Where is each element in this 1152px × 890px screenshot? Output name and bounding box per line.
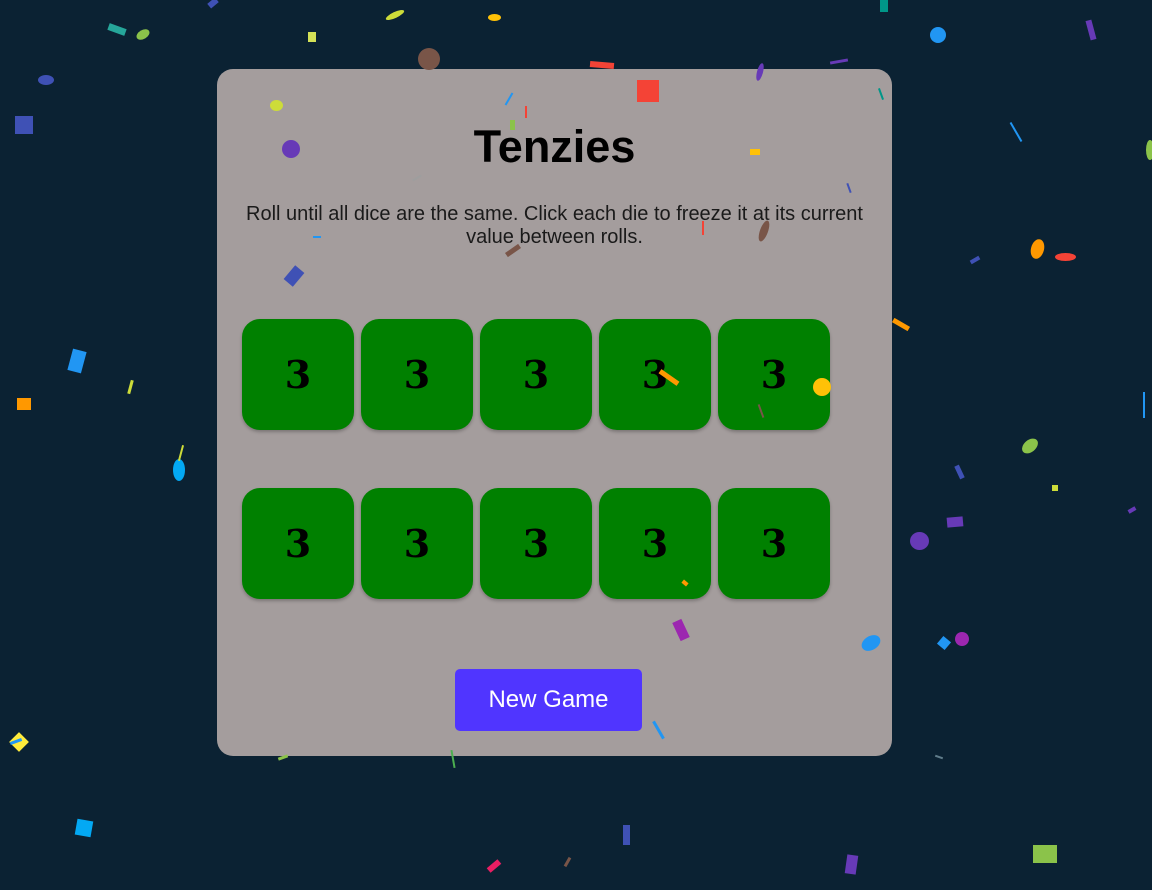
confetti-piece xyxy=(969,255,981,265)
confetti-piece xyxy=(173,459,185,481)
die-value: 3 xyxy=(760,520,788,566)
confetti-piece xyxy=(1127,506,1137,514)
confetti-piece xyxy=(17,398,31,410)
die-value: 3 xyxy=(760,351,788,397)
confetti-piece xyxy=(623,825,630,845)
die-3[interactable]: 3 xyxy=(480,319,592,430)
game-card: Tenzies Roll until all dice are the same… xyxy=(217,69,892,756)
confetti-piece xyxy=(934,754,944,760)
confetti-piece xyxy=(829,58,849,65)
confetti-piece xyxy=(1143,392,1145,418)
confetti-piece xyxy=(38,75,54,85)
confetti-piece xyxy=(1146,140,1152,160)
confetti-piece xyxy=(563,856,572,868)
confetti-piece xyxy=(9,738,23,745)
confetti-piece xyxy=(589,60,615,70)
die-2[interactable]: 3 xyxy=(361,319,473,430)
die-4[interactable]: 3 xyxy=(599,319,711,430)
die-5[interactable]: 3 xyxy=(718,319,830,430)
confetti-piece xyxy=(134,27,152,42)
confetti-piece xyxy=(1052,485,1058,491)
die-value: 3 xyxy=(284,351,312,397)
die-6[interactable]: 3 xyxy=(242,488,354,599)
die-1[interactable]: 3 xyxy=(242,319,354,430)
die-value: 3 xyxy=(522,351,550,397)
confetti-piece xyxy=(936,635,952,651)
game-title: Tenzies xyxy=(473,121,636,172)
confetti-piece xyxy=(308,32,316,42)
confetti-piece xyxy=(955,632,969,646)
confetti-piece xyxy=(74,818,94,838)
die-value: 3 xyxy=(284,520,312,566)
new-game-button[interactable]: New Game xyxy=(455,669,642,731)
confetti-piece xyxy=(486,859,502,873)
die-value: 3 xyxy=(641,351,669,397)
confetti-piece xyxy=(418,48,440,70)
confetti-piece xyxy=(15,116,33,134)
confetti-piece xyxy=(488,14,501,21)
confetti-piece xyxy=(384,8,406,22)
confetti-piece xyxy=(1055,253,1076,261)
confetti-piece xyxy=(1033,845,1057,863)
confetti-piece xyxy=(946,516,964,528)
die-value: 3 xyxy=(522,520,550,566)
confetti-piece xyxy=(844,854,859,875)
die-value: 3 xyxy=(403,520,431,566)
confetti-piece xyxy=(177,445,185,461)
confetti-piece xyxy=(880,0,888,12)
confetti-piece xyxy=(891,317,911,332)
confetti-piece xyxy=(207,0,219,9)
die-10[interactable]: 3 xyxy=(718,488,830,599)
confetti-piece xyxy=(107,23,127,36)
confetti-piece xyxy=(127,379,134,395)
confetti-piece xyxy=(1028,237,1047,261)
confetti-piece xyxy=(1085,19,1097,41)
die-value: 3 xyxy=(641,520,669,566)
die-7[interactable]: 3 xyxy=(361,488,473,599)
game-instructions: Roll until all dice are the same. Click … xyxy=(246,203,863,248)
dice-grid: 3 3 3 3 3 3 3 3 3 3 xyxy=(242,319,830,599)
confetti-piece xyxy=(954,464,965,480)
die-9[interactable]: 3 xyxy=(599,488,711,599)
confetti-piece xyxy=(67,348,87,374)
die-8[interactable]: 3 xyxy=(480,488,592,599)
confetti-piece xyxy=(1009,121,1023,143)
die-value: 3 xyxy=(403,351,431,397)
confetti-piece xyxy=(910,532,929,550)
confetti-piece xyxy=(9,732,29,752)
confetti-piece xyxy=(930,27,946,43)
confetti-piece xyxy=(1019,435,1041,457)
